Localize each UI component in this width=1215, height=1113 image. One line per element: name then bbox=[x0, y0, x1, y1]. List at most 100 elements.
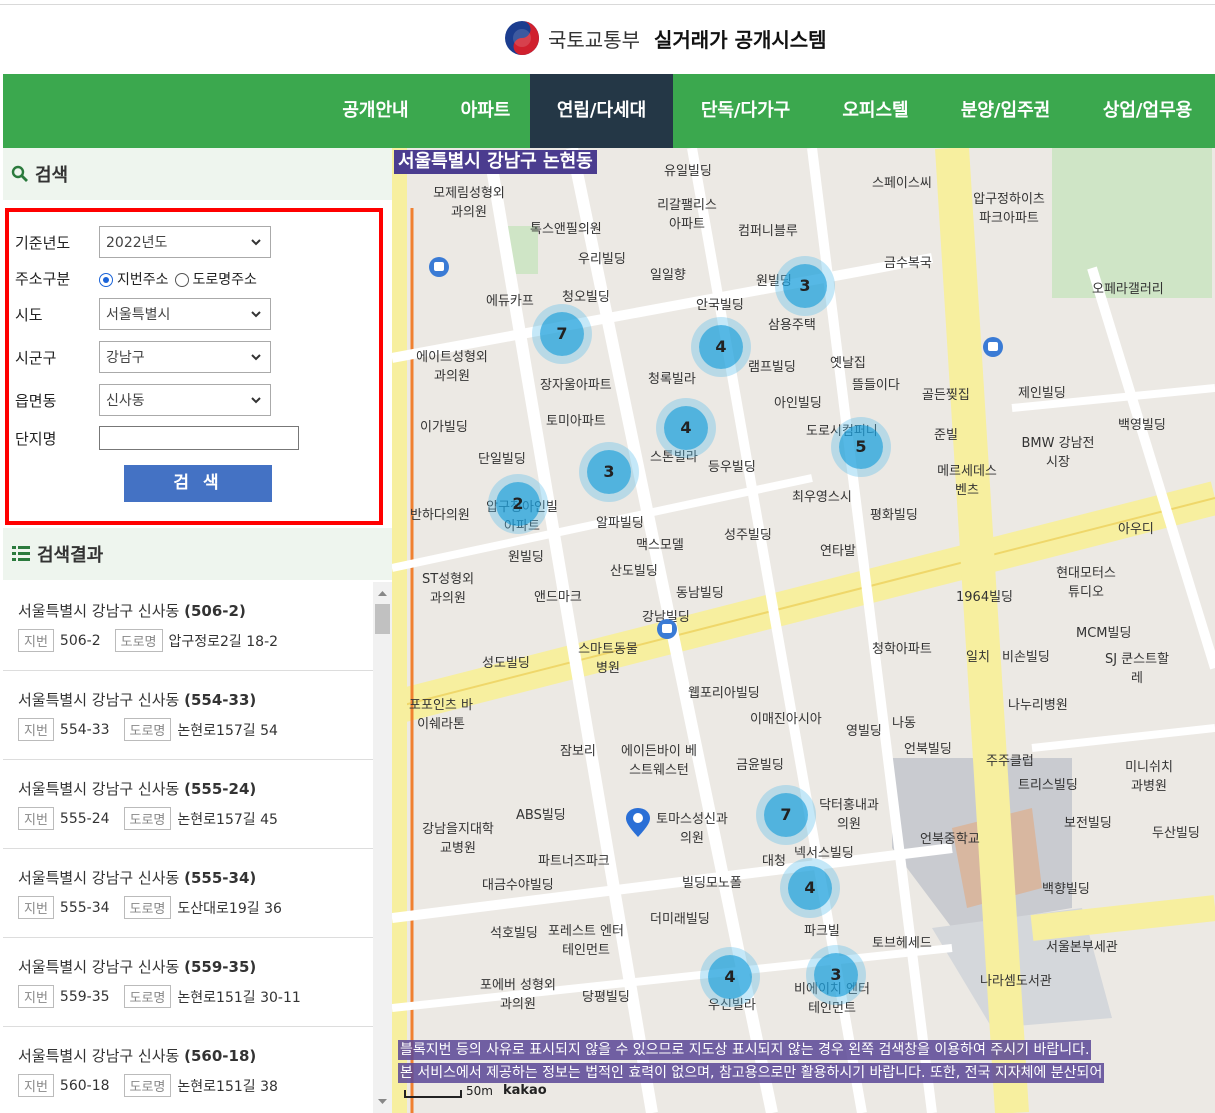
map-label: 넥서스빌딩 bbox=[794, 846, 854, 861]
map-label: 앤드마크 bbox=[534, 590, 582, 605]
result-jibun: 559-35 bbox=[59, 988, 110, 1005]
year-select[interactable]: 2022년도 bbox=[99, 226, 271, 258]
radio-road[interactable]: 도로명주소 bbox=[174, 269, 257, 289]
list-icon bbox=[12, 546, 30, 561]
dong-select[interactable]: 신사동 bbox=[99, 384, 271, 416]
cluster-marker[interactable]: 2 bbox=[496, 482, 540, 526]
nav-item-officetel[interactable]: 오피스텔 bbox=[823, 74, 928, 148]
cluster-marker[interactable]: 3 bbox=[783, 264, 827, 308]
map-label: 맥스모델 bbox=[636, 538, 684, 553]
nav-item-apartment[interactable]: 아파트 bbox=[443, 74, 528, 148]
map-label: 파크빌 bbox=[804, 924, 840, 939]
bus-stop-icon[interactable] bbox=[656, 618, 678, 640]
map-label: 아인빌딩 bbox=[774, 396, 822, 411]
result-road: 논현로157길 54 bbox=[177, 722, 278, 739]
cluster-marker[interactable]: 7 bbox=[540, 312, 584, 356]
map-label: 비손빌딩 bbox=[1002, 650, 1050, 665]
map-label: 나동 bbox=[892, 716, 916, 731]
result-road: 도산대로19길 36 bbox=[177, 900, 282, 917]
result-address: 서울특별시 강남구 신사동 bbox=[18, 602, 180, 620]
map-pin-icon[interactable] bbox=[624, 808, 652, 838]
road-tag: 도로명 bbox=[114, 629, 163, 652]
nav-item-commercial[interactable]: 상업/업무용 bbox=[1085, 74, 1210, 148]
map-label: 더미래빌딩 bbox=[650, 912, 710, 927]
result-title: 서울특별시 강남구 신사동 (506-2) bbox=[18, 600, 373, 621]
bus-stop-icon[interactable] bbox=[428, 256, 450, 278]
list-item[interactable]: 서울특별시 강남구 신사동 (559-35) 지번 559-35 도로명 논현로151… bbox=[3, 938, 373, 1027]
map-label: 토브헤세드 bbox=[872, 936, 932, 951]
list-item[interactable]: 서울특별시 강남구 신사동 (555-24) 지번 555-24 도로명 논현로157… bbox=[3, 760, 373, 849]
main-nav: 공개안내 아파트 연립/다세대 단독/다가구 오피스텔 분양/입주권 상업/업무… bbox=[3, 74, 1215, 148]
nav-item-detached[interactable]: 단독/다가구 bbox=[683, 74, 808, 148]
map-label: 오페라갤러리 bbox=[1092, 282, 1164, 297]
notice-line-1: 블록지번 등의 사유로 표시되지 않을 수 있으므로 지도상 표시되지 않는 경… bbox=[398, 1040, 1092, 1060]
cluster-marker[interactable]: 4 bbox=[708, 955, 752, 999]
complex-name-input[interactable] bbox=[99, 426, 299, 450]
map-label: 준빌 bbox=[934, 428, 958, 443]
cluster-marker[interactable]: 4 bbox=[664, 406, 708, 450]
results-scrollbar[interactable] bbox=[373, 582, 392, 1113]
map-label: 뜰들이다 bbox=[852, 378, 900, 393]
list-item[interactable]: 서울특별시 강남구 신사동 (560-18) 지번 560-18 도로명 논현로151… bbox=[3, 1027, 373, 1113]
result-code: (554-33) bbox=[184, 691, 257, 709]
result-title: 서울특별시 강남구 신사동 (559-35) bbox=[18, 956, 373, 977]
result-detail: 지번 555-34 도로명 도산대로19길 36 bbox=[18, 896, 373, 919]
result-jibun: 554-33 bbox=[59, 721, 110, 738]
result-title: 서울특별시 강남구 신사동 (555-24) bbox=[18, 778, 373, 799]
map-label: 에이트성형외과의원 bbox=[416, 350, 488, 384]
list-item[interactable]: 서울특별시 강남구 신사동 (555-34) 지번 555-34 도로명 도산대로19… bbox=[3, 849, 373, 938]
year-row: 기준년도 2022년도 bbox=[15, 226, 271, 258]
radio-road-label: 도로명주소 bbox=[192, 271, 257, 288]
list-item[interactable]: 서울특별시 강남구 신사동 (506-2) 지번 506-2 도로명 압구정로2길 1… bbox=[3, 582, 373, 671]
cluster-marker[interactable]: 5 bbox=[839, 425, 883, 469]
dong-label: 읍면동 bbox=[15, 391, 57, 410]
result-code: (506-2) bbox=[184, 602, 246, 620]
map-label: 최우영스시 bbox=[792, 490, 852, 505]
site-logo[interactable]: 국토교통부 실거래가 공개시스템 bbox=[504, 20, 827, 56]
map-label: 금윤빌딩 bbox=[736, 758, 784, 773]
scroll-down-icon[interactable] bbox=[373, 1095, 392, 1109]
results-list: 서울특별시 강남구 신사동 (506-2) 지번 506-2 도로명 압구정로2길 1… bbox=[3, 582, 373, 1113]
location-banner: 서울특별시 강남구 논현동 bbox=[394, 150, 597, 174]
map-label: 나라셈도서관 bbox=[980, 974, 1052, 989]
list-item[interactable]: 서울특별시 강남구 신사동 (554-33) 지번 554-33 도로명 논현로157… bbox=[3, 671, 373, 760]
jibun-tag: 지번 bbox=[18, 718, 54, 741]
road-tag: 도로명 bbox=[123, 807, 172, 830]
results-heading: 검색결과 bbox=[37, 545, 104, 566]
cluster-marker[interactable]: 4 bbox=[788, 866, 832, 910]
addr-type-label: 주소구분 bbox=[15, 270, 71, 288]
map-label: 빌딩모노폴 bbox=[682, 876, 742, 891]
scroll-thumb[interactable] bbox=[375, 604, 390, 634]
result-title: 서울특별시 강남구 신사동 (554-33) bbox=[18, 689, 373, 710]
map-label: 알파빌딩 bbox=[596, 516, 644, 531]
map-label: 단일빌딩 bbox=[478, 452, 526, 467]
map-label: BMW 강남전시장 bbox=[1021, 436, 1095, 470]
map-label: 등우빌딩 bbox=[708, 460, 756, 475]
search-button[interactable]: 검 색 bbox=[124, 465, 272, 502]
search-header: 검색 bbox=[3, 148, 392, 200]
jibun-tag: 지번 bbox=[18, 807, 54, 830]
cluster-marker[interactable]: 3 bbox=[814, 953, 858, 997]
bus-stop-icon[interactable] bbox=[982, 336, 1004, 358]
notice-line-2: 본 서비스에서 제공하는 정보는 법적인 효력이 없으며, 참고용으로만 활용하… bbox=[398, 1063, 1105, 1083]
map-label: 토마스성신과의원 bbox=[656, 812, 728, 846]
search-icon bbox=[11, 165, 28, 182]
sido-select[interactable]: 서울특별시 bbox=[99, 298, 271, 330]
result-road: 압구정로2길 18-2 bbox=[168, 633, 279, 650]
scroll-up-icon[interactable] bbox=[373, 586, 392, 600]
cluster-marker[interactable]: 3 bbox=[587, 450, 631, 494]
map-view[interactable]: 서울특별시 강남구 논현동 유일빌딩 모제림성형외과의원 톡스앤필의원 리갈팰리… bbox=[392, 148, 1215, 1113]
result-address: 서울특별시 강남구 신사동 bbox=[18, 1047, 180, 1065]
map-label: ABS빌딩 bbox=[516, 808, 566, 823]
map-label: 포레스트 엔터테인먼트 bbox=[548, 924, 624, 958]
nav-item-notice[interactable]: 공개안내 bbox=[333, 74, 418, 148]
map-label: 포포인츠 바이쉐라톤 bbox=[409, 698, 473, 732]
map-label: 연타발 bbox=[820, 544, 856, 559]
map-label: 대금수야빌딩 bbox=[482, 878, 554, 893]
cluster-marker[interactable]: 7 bbox=[764, 793, 808, 837]
nav-item-presale[interactable]: 분양/입주권 bbox=[943, 74, 1068, 148]
nav-item-rowhouse[interactable]: 연립/다세대 bbox=[530, 74, 673, 148]
cluster-marker[interactable]: 4 bbox=[699, 325, 743, 369]
sigungu-select[interactable]: 강남구 bbox=[99, 341, 271, 373]
radio-jibun[interactable]: 지번주소 bbox=[99, 269, 169, 289]
